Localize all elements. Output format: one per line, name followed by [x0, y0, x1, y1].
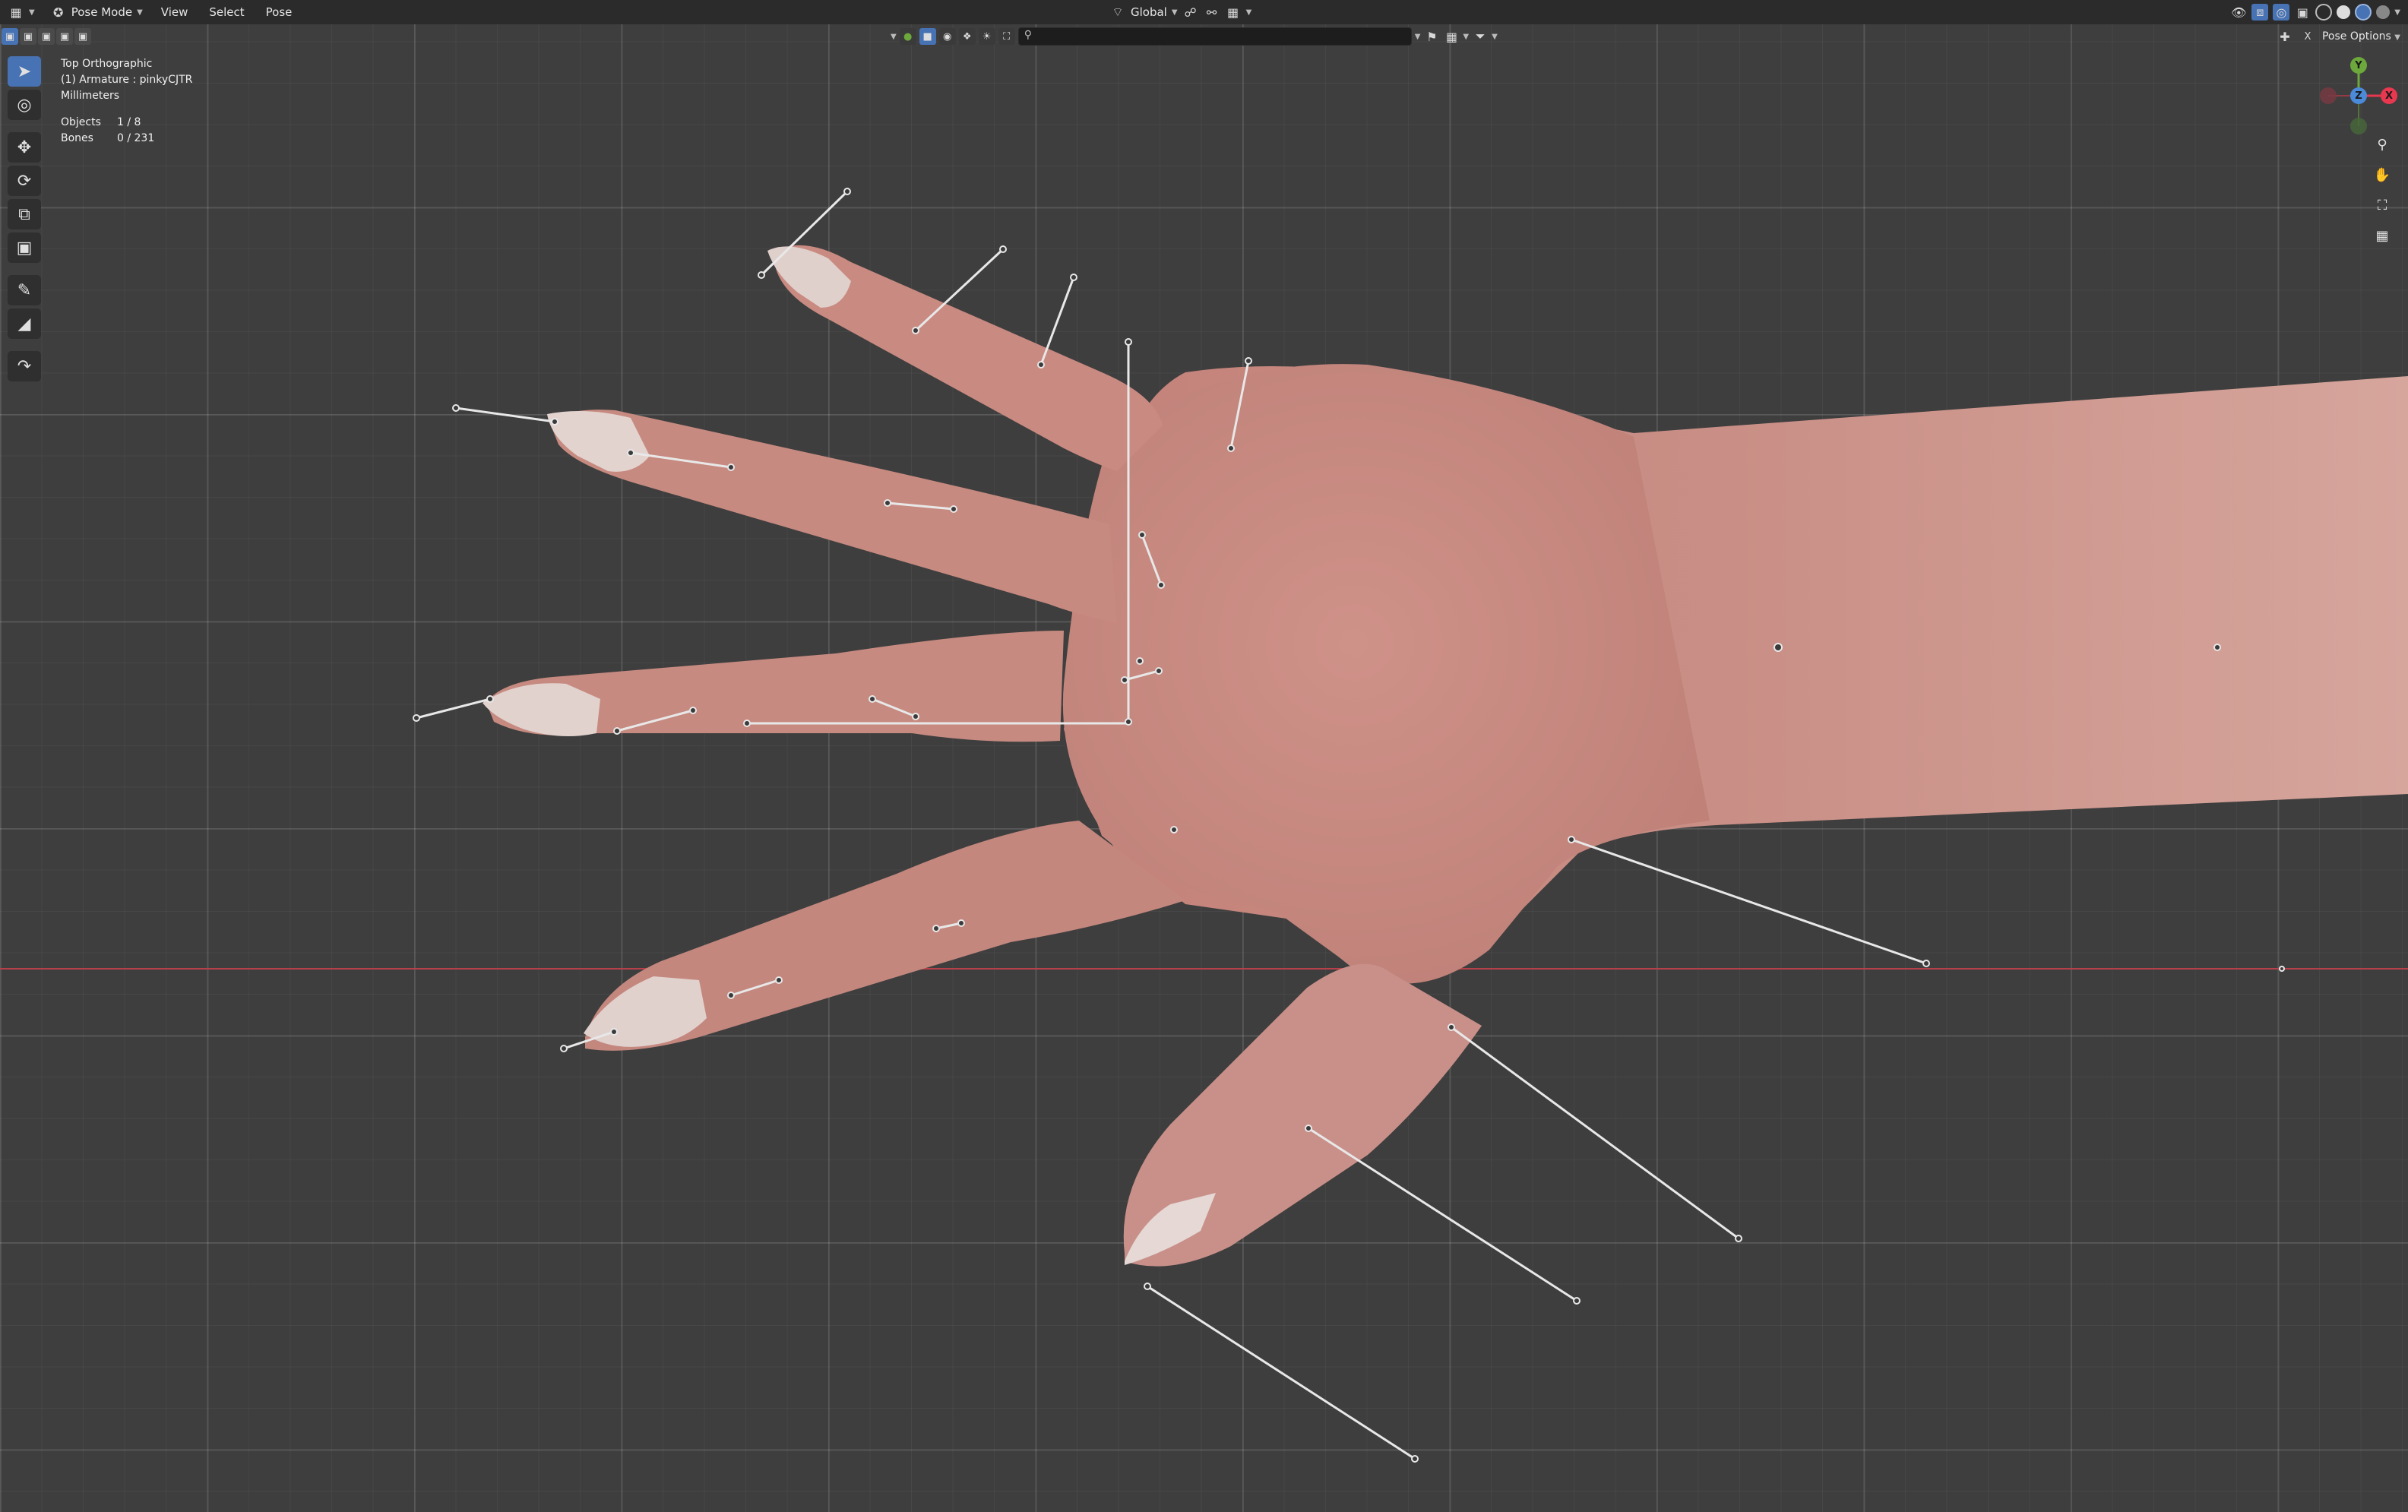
select-new-icon[interactable]: ▣	[2, 28, 18, 45]
menu-pose[interactable]: Pose	[255, 0, 303, 24]
select-box-icon[interactable]: ➤	[8, 56, 41, 87]
bones-value: 0 / 231	[117, 132, 155, 144]
overlay-toggle-icon[interactable]: ◎	[2273, 4, 2290, 21]
toolbar-divider	[8, 123, 43, 129]
editor-type-icon: ▦	[10, 5, 22, 20]
annotate-icon[interactable]: ✎	[8, 275, 41, 305]
visibility-icon[interactable]: 👁	[2230, 4, 2247, 21]
search-wrapper: ⚲	[1017, 27, 1412, 46]
select-subtract-icon[interactable]: ▣	[38, 28, 55, 45]
bookmark-icon[interactable]: ⚑	[1423, 28, 1440, 45]
x-mirror-icon[interactable]: X	[2299, 28, 2316, 45]
tool-settings-bar: ▣ ▣ ▣ ▣ ▣ ▼ ● ■ ◉ ❖ ☀ ⛶ ⚲ ▼ ⚑ ▦ ▼ ⏷ ▼ ✚ …	[0, 24, 2408, 49]
gizmo-x-label: X	[2384, 90, 2394, 102]
bones-stat: Bones 0 / 231	[61, 131, 192, 147]
navigation-gizmo[interactable]: Y X Z	[2310, 55, 2401, 146]
gizmo-neg-x-axis[interactable]	[2320, 87, 2337, 104]
mode-selector[interactable]: ✪ Pose Mode ▼	[43, 0, 150, 24]
gizmo-toggle-icon[interactable]: ⧈	[2251, 4, 2269, 21]
rotate-icon[interactable]: ⟳	[8, 166, 41, 196]
chevron-down-icon: ▼	[2394, 8, 2400, 17]
bones-label: Bones	[61, 132, 93, 144]
viewport-nav-tools: ⚲ ✋ ⛶ ▦	[2371, 133, 2394, 247]
gizmo-x-axis[interactable]: X	[2381, 87, 2397, 104]
toolrow-right: ✚ X Pose Options ▼	[2277, 24, 2400, 49]
search-icon: ⚲	[1024, 29, 1032, 41]
snap-icon[interactable]: ⚯	[1204, 4, 1220, 21]
cursor-icon[interactable]: ◎	[8, 90, 41, 120]
xray-icon[interactable]: ▣	[2294, 4, 2311, 21]
menu-view[interactable]: View	[150, 0, 199, 24]
pose-mode-icon: ✪	[53, 5, 64, 20]
objects-value: 1 / 8	[117, 116, 141, 128]
transform-orientation-icon: ⌔	[1112, 5, 1124, 19]
toolbar-divider	[8, 342, 43, 348]
scene-canvas[interactable]	[0, 0, 2408, 1512]
chevron-down-icon: ▼	[1171, 8, 1178, 17]
menu-select[interactable]: Select	[198, 0, 255, 24]
rendered-shading-icon[interactable]	[2376, 5, 2391, 19]
chevron-down-icon: ▼	[1414, 32, 1421, 41]
search-input[interactable]	[1017, 27, 1412, 46]
filter-icon[interactable]: ⏷	[1472, 28, 1489, 45]
viewport-info-overlay: Top Orthographic (1) Armature : pinkyCJT…	[61, 56, 192, 147]
objects-label: Objects	[61, 116, 101, 128]
auto-normalize-icon[interactable]: ✚	[2277, 28, 2293, 45]
select-invert-icon[interactable]: ▣	[56, 28, 73, 45]
chevron-down-icon: ▼	[1492, 32, 1498, 41]
header-right-controls: 👁 ⧈ ◎ ▣ ▼	[2230, 0, 2400, 24]
chevron-down-icon: ▼	[1463, 32, 1470, 41]
move-icon[interactable]: ✥	[8, 132, 41, 163]
gizmo-y-label: Y	[2355, 59, 2362, 71]
outliner-filter-controls: ▼ ● ■ ◉ ❖ ☀ ⛶ ⚲ ▼ ⚑ ▦ ▼ ⏷ ▼	[891, 24, 1498, 49]
editor-type-selector[interactable]: ▦ ▼	[0, 0, 43, 24]
left-toolbar: ➤ ◎ ✥ ⟳ ⧉ ▣ ✎ ◢ ↷	[8, 56, 43, 381]
units-label: Millimeters	[61, 90, 120, 102]
snap-target-icon[interactable]: ▦	[1225, 4, 1242, 21]
overlay-spacer	[61, 104, 192, 115]
gizmo-neg-y-axis[interactable]	[2350, 118, 2367, 134]
wireframe-shading-icon[interactable]	[2315, 4, 2333, 21]
transform-orientation[interactable]: Global	[1131, 5, 1167, 19]
pose-options-button[interactable]: Pose Options ▼	[2322, 30, 2400, 43]
gizmo-y-axis[interactable]: Y	[2350, 57, 2367, 74]
camera-filter-icon[interactable]: ⛶	[998, 28, 1015, 45]
select-intersect-icon[interactable]: ▣	[74, 28, 91, 45]
zoom-icon[interactable]: ⚲	[2371, 133, 2394, 156]
header-center-controls: ⌔ Global ▼ ☍ ⚯ ▦ ▼	[1109, 0, 1251, 24]
transform-icon[interactable]: ▣	[8, 232, 41, 263]
scene-icon[interactable]: ●	[899, 28, 916, 45]
armature-filter-icon[interactable]: ❖	[958, 28, 976, 45]
camera-icon[interactable]: ⛶	[2371, 194, 2394, 217]
gizmo-z-label: Z	[2355, 90, 2362, 102]
chevron-down-icon: ▼	[891, 32, 897, 41]
pose-options-label: Pose Options	[2321, 30, 2391, 43]
view-name: Top Orthographic	[61, 58, 153, 70]
display-mode-icon[interactable]: ▦	[1443, 28, 1460, 45]
solid-shading-icon[interactable]	[2337, 5, 2351, 19]
material-shading-icon[interactable]	[2355, 4, 2372, 21]
scale-icon[interactable]: ⧉	[8, 199, 41, 229]
light-filter-icon[interactable]: ☀	[978, 28, 995, 45]
objects-stat: Objects 1 / 8	[61, 115, 192, 131]
toolbar-divider	[8, 266, 43, 272]
pan-hand-icon[interactable]: ✋	[2371, 163, 2394, 186]
relax-pose-icon[interactable]: ↷	[8, 351, 41, 381]
hand-mesh[interactable]	[483, 245, 2408, 1267]
chevron-down-icon: ▼	[29, 8, 35, 17]
pivot-point-icon[interactable]: ☍	[1182, 4, 1199, 21]
chevron-down-icon: ▼	[1245, 8, 1252, 17]
measure-icon[interactable]: ◢	[8, 308, 41, 339]
object-info: (1) Armature : pinkyCJTR	[61, 74, 193, 86]
ortho-grid-icon[interactable]: ▦	[2371, 224, 2394, 247]
chevron-down-icon: ▼	[2394, 33, 2400, 42]
mesh-filter-icon[interactable]: ◉	[938, 28, 956, 45]
mode-label: Pose Mode	[71, 5, 133, 19]
gizmo-z-axis[interactable]: Z	[2350, 87, 2367, 104]
select-extend-icon[interactable]: ▣	[20, 28, 36, 45]
chevron-down-icon: ▼	[137, 8, 143, 17]
header-bar: ▦ ▼ ✪ Pose Mode ▼ View Select Pose ⌔ Glo…	[0, 0, 2408, 24]
object-filter-icon[interactable]: ■	[919, 28, 936, 45]
